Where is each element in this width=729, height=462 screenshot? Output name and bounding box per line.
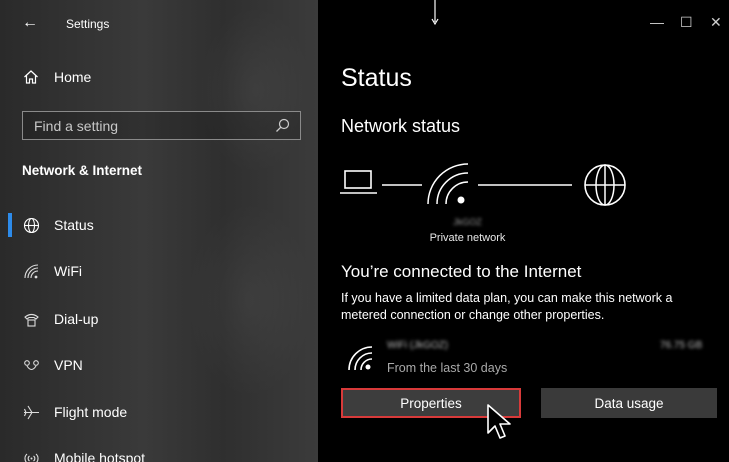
globe-icon — [22, 216, 40, 234]
connection-description: If you have a limited data plan, you can… — [341, 291, 673, 322]
mouse-cursor-icon — [486, 403, 512, 446]
search-icon[interactable] — [275, 118, 290, 138]
usage-network-name: WiFi (JkGOZ) — [387, 340, 449, 351]
maximize-button[interactable]: ☐ — [680, 14, 693, 31]
section-title: Network & Internet — [22, 163, 143, 178]
sidebar-item-wifi[interactable]: WiFi — [0, 251, 318, 291]
sidebar-item-mobile-hotspot[interactable]: Mobile hotspot — [0, 438, 318, 462]
sidebar-item-label: VPN — [54, 357, 83, 373]
wifi-icon — [22, 262, 40, 280]
sidebar-item-label: Home — [54, 69, 92, 85]
sidebar-item-label: Mobile hotspot — [54, 450, 146, 462]
network-type: Private network — [429, 232, 506, 244]
sidebar-item-label: Flight mode — [54, 404, 128, 420]
sidebar-item-vpn[interactable]: VPN — [0, 345, 318, 385]
search-placeholder: Find a setting — [34, 118, 119, 134]
connection-status-heading: You’re connected to the Internet — [341, 262, 582, 281]
search-input[interactable]: Find a setting — [22, 111, 301, 140]
sidebar-item-status[interactable]: Status — [0, 205, 318, 245]
wifi-icon — [347, 345, 375, 376]
network-status-heading: Network status — [341, 116, 461, 136]
globe-icon — [584, 164, 626, 206]
usage-amount: 76.75 GB — [660, 340, 703, 351]
home-icon — [22, 68, 40, 86]
hotspot-icon — [22, 449, 40, 462]
phone-icon — [22, 310, 40, 328]
sidebar-item-home[interactable]: Home — [0, 57, 318, 97]
down-arrow-icon — [430, 0, 440, 31]
minimize-button[interactable]: — — [650, 14, 664, 30]
window-title: Settings — [66, 17, 110, 31]
wifi-icon — [427, 163, 469, 205]
page-title: Status — [341, 64, 412, 92]
sidebar-item-label: Status — [54, 217, 94, 233]
laptop-icon — [340, 170, 377, 194]
network-diagram — [340, 163, 626, 206]
data-usage-button[interactable]: Data usage — [541, 388, 717, 418]
vpn-icon — [22, 356, 40, 374]
sidebar-item-dialup[interactable]: Dial-up — [0, 299, 318, 339]
sidebar-item-label: WiFi — [54, 263, 82, 279]
airplane-icon — [22, 403, 40, 421]
close-button[interactable]: ✕ — [710, 14, 722, 31]
usage-period: From the last 30 days — [387, 361, 508, 375]
network-name: JkGOZ — [453, 217, 482, 227]
sidebar-item-flight-mode[interactable]: Flight mode — [0, 392, 318, 432]
back-arrow-icon[interactable]: ← — [22, 14, 38, 32]
sidebar: ← Settings Home Find a setting Network &… — [0, 0, 318, 462]
sidebar-item-label: Dial-up — [54, 311, 99, 327]
